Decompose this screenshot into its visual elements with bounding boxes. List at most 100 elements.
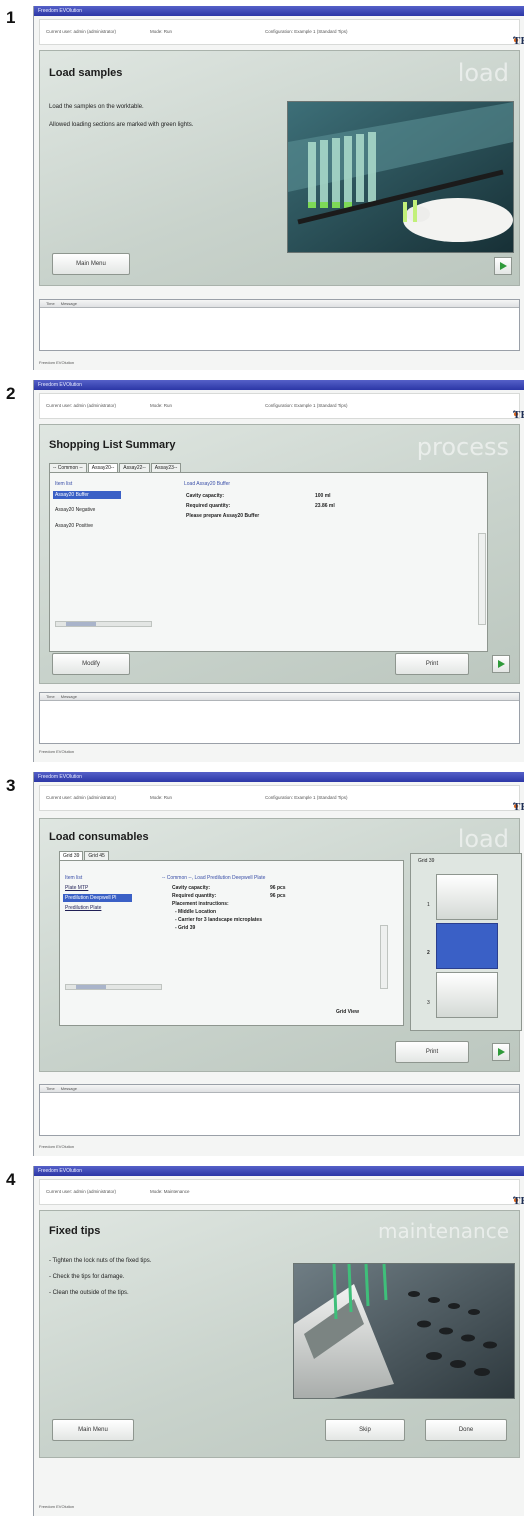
current-user: Current user: admin (administrator) bbox=[46, 29, 117, 34]
main-menu-button[interactable]: Main Menu bbox=[52, 253, 130, 275]
list-item[interactable]: Assay20 Buffer bbox=[53, 491, 121, 499]
modify-button[interactable]: Modify bbox=[52, 653, 130, 675]
tab-common[interactable]: -- Common -- bbox=[49, 463, 87, 472]
window-step-1: Freedom EVOlution Current user: admin (a… bbox=[33, 6, 524, 370]
section-watermark: load bbox=[457, 59, 509, 87]
grid-slot-3[interactable] bbox=[436, 972, 498, 1018]
tab-assay22[interactable]: Assay22-- bbox=[119, 463, 150, 472]
message-log: Time Message bbox=[39, 299, 520, 351]
main-menu-button[interactable]: Main Menu bbox=[52, 1419, 134, 1441]
tab-assay23[interactable]: Assay23-- bbox=[150, 463, 182, 472]
info-bar: Current user: admin (administrator) Mode… bbox=[39, 1179, 524, 1207]
fixed-tips-photo bbox=[293, 1263, 515, 1399]
page-title: Load samples bbox=[49, 67, 123, 79]
play-arrow-icon[interactable] bbox=[492, 1043, 510, 1061]
status-bar: Freedom EVOlution bbox=[39, 749, 75, 754]
list-item[interactable]: Assay20 Negative bbox=[55, 507, 95, 513]
content-panel: Shopping List Summary process -- Common … bbox=[39, 424, 520, 684]
title-bar: Freedom EVOlution bbox=[34, 1166, 524, 1176]
detail-title: -- Common --, Load Predilution Deepwell … bbox=[162, 875, 266, 881]
section-watermark: maintenance bbox=[377, 1219, 509, 1243]
list-item[interactable]: Predilution Deepwell Pl bbox=[63, 894, 132, 902]
page-title: Shopping List Summary bbox=[49, 439, 176, 451]
message-log: Time Message bbox=[39, 1084, 520, 1136]
skip-button[interactable]: Skip bbox=[325, 1419, 405, 1441]
configuration: Configuration: Example 1 (Standard Tips) bbox=[265, 29, 348, 34]
item-list-header: Item list bbox=[55, 481, 73, 487]
consumables-list-pane: Item list Plate MTP Predilution Deepwell… bbox=[59, 860, 404, 1026]
placement-label: Placement instructions: bbox=[172, 901, 229, 907]
current-user: Current user: admin (administrator) bbox=[46, 795, 117, 800]
title-bar: Freedom EVOlution bbox=[34, 6, 524, 16]
detail-title: Load Assay20 Buffer bbox=[184, 481, 231, 487]
play-arrow-icon[interactable] bbox=[492, 655, 510, 673]
tab-assay20[interactable]: Assay20-- bbox=[87, 463, 119, 472]
message-log: Time Message bbox=[39, 692, 520, 744]
required-label: Required quantity: bbox=[186, 503, 231, 509]
content-panel: Load samples load Load the samples on th… bbox=[39, 50, 520, 286]
shopping-list-pane: Item list Assay20 Buffer Assay20 Negativ… bbox=[49, 472, 488, 652]
mode: Mode: Maintenance bbox=[150, 1189, 190, 1194]
play-arrow-icon[interactable] bbox=[494, 257, 512, 275]
grid-position-2: 2 bbox=[427, 950, 430, 956]
instruction-text: Load the samples on the worktable. bbox=[49, 104, 144, 110]
print-button[interactable]: Print bbox=[395, 653, 469, 675]
instruction-bullet: - Check the tips for damage. bbox=[49, 1274, 125, 1280]
tab-grid-39[interactable]: Grid 39 bbox=[59, 851, 84, 860]
placement-item: - Carrier for 3 landscape microplates bbox=[175, 917, 262, 923]
cavity-value: 96 pcs bbox=[270, 885, 286, 891]
detail-vscrollbar[interactable] bbox=[380, 925, 388, 989]
print-button[interactable]: Print bbox=[395, 1041, 469, 1063]
grid-slot-1[interactable] bbox=[436, 874, 498, 920]
instruction-text-2: Allowed loading sections are marked with… bbox=[49, 122, 194, 128]
worktable-photo bbox=[287, 101, 514, 253]
required-value: 96 pcs bbox=[270, 893, 286, 899]
cavity-value: 100 ml bbox=[315, 493, 331, 499]
grid-position-3: 3 bbox=[427, 1000, 430, 1006]
step-number-4: 4 bbox=[6, 1170, 16, 1189]
status-bar: Freedom EVOlution bbox=[39, 360, 75, 365]
status-bar: Freedom EVOlution bbox=[39, 1504, 75, 1509]
list-item[interactable]: Plate MTP bbox=[65, 885, 88, 891]
grid-slot-2[interactable] bbox=[436, 923, 498, 969]
prepare-text: Please prepare Assay20 Buffer bbox=[186, 513, 260, 519]
step-number-1: 1 bbox=[6, 8, 16, 27]
list-hscrollbar[interactable] bbox=[55, 621, 152, 627]
message-log-header: Time Message bbox=[40, 300, 519, 308]
status-bar: Freedom EVOlution bbox=[39, 1144, 75, 1149]
configuration: Configuration: Example 1 (Standard Tips) bbox=[265, 795, 348, 800]
grid-panel: Grid 39 1 2 3 bbox=[410, 853, 522, 1031]
instruction-bullet: - Clean the outside of the tips. bbox=[49, 1290, 129, 1296]
list-item[interactable]: Assay20 Positive bbox=[55, 523, 93, 529]
item-list-header: Item list bbox=[65, 875, 83, 881]
title-bar: Freedom EVOlution bbox=[34, 380, 524, 390]
list-item[interactable]: Predilution Plate bbox=[65, 905, 101, 911]
required-value: 23.86 ml bbox=[315, 503, 335, 509]
window-step-3: Freedom EVOlution Current user: admin (a… bbox=[33, 772, 524, 1156]
content-panel: Fixed tips maintenance - Tighten the loc… bbox=[39, 1210, 520, 1458]
tab-bar: -- Common -- Assay20-- Assay22-- Assay23-- bbox=[49, 463, 182, 472]
done-button[interactable]: Done bbox=[425, 1419, 507, 1441]
configuration: Configuration: Example 1 (Standard Tips) bbox=[265, 403, 348, 408]
detail-vscrollbar[interactable] bbox=[478, 533, 486, 625]
content-panel: Load consumables load Grid 39 Grid 45 Ite… bbox=[39, 818, 522, 1072]
step-number-2: 2 bbox=[6, 384, 16, 403]
tab-grid-45[interactable]: Grid 45 bbox=[84, 851, 109, 860]
info-bar: Current user: admin (administrator) Mode… bbox=[39, 19, 524, 47]
message-log-header: Time Message bbox=[40, 693, 519, 701]
info-bar: Current user: admin (administrator) Mode… bbox=[39, 785, 524, 813]
required-label: Required quantity: bbox=[172, 893, 217, 899]
placement-item: - Grid 39 bbox=[175, 925, 196, 931]
grid-view-link[interactable]: Grid View bbox=[336, 1009, 359, 1015]
tab-bar: Grid 39 Grid 45 bbox=[59, 851, 110, 860]
title-bar: Freedom EVOlution bbox=[34, 772, 524, 782]
placement-item: - Middle Location bbox=[175, 909, 217, 915]
step-number-3: 3 bbox=[6, 776, 16, 795]
cavity-label: Cavity capacity: bbox=[172, 885, 211, 891]
section-watermark: load bbox=[457, 825, 509, 853]
current-user: Current user: admin (administrator) bbox=[46, 403, 117, 408]
section-watermark: process bbox=[416, 433, 509, 461]
mode: Mode: Run bbox=[150, 403, 173, 408]
mode: Mode: Run bbox=[150, 795, 173, 800]
list-hscrollbar[interactable] bbox=[65, 984, 162, 990]
